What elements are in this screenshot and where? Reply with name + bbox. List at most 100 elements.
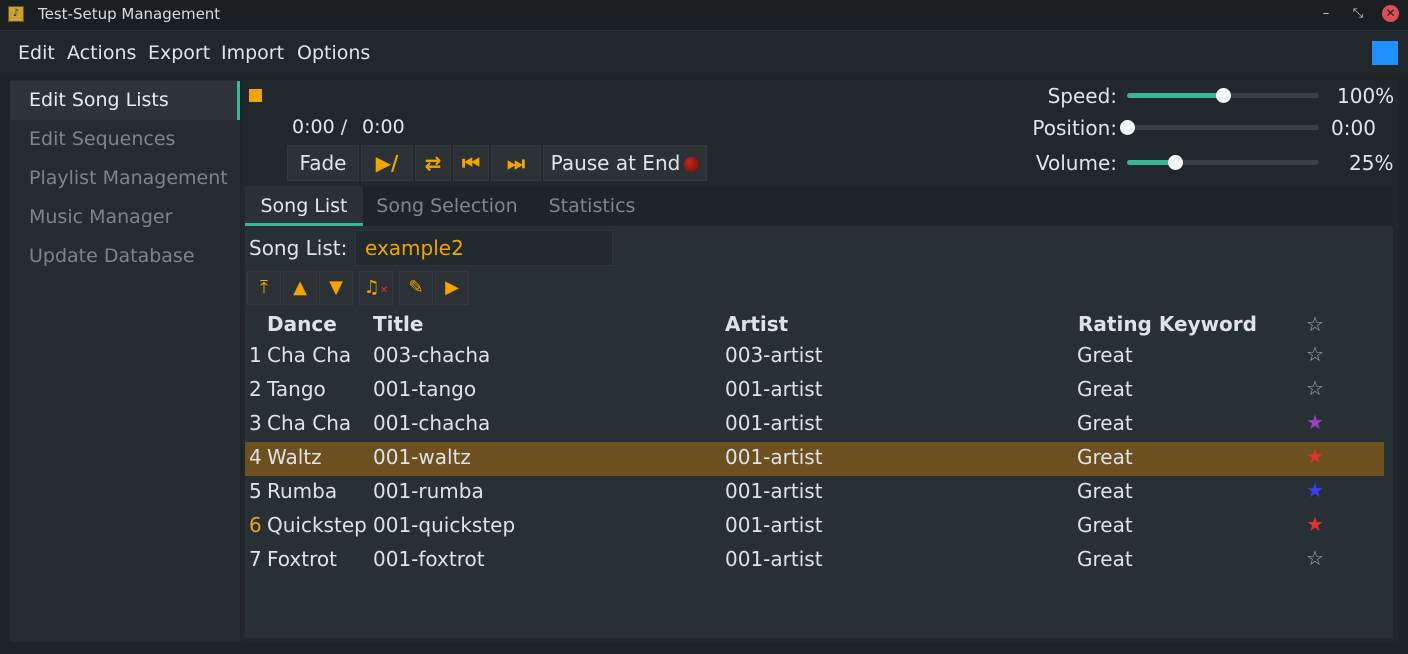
- dance-cell: Tango: [267, 377, 326, 401]
- speed-slider-fill: [1127, 93, 1223, 98]
- column-header-rating[interactable]: Rating Keyword: [1078, 312, 1257, 336]
- next-button[interactable]: ⏭: [491, 145, 541, 181]
- maximize-icon[interactable]: ⤡: [1348, 4, 1368, 24]
- artist-cell: 001-artist: [725, 411, 823, 435]
- minimize-icon[interactable]: –: [1316, 4, 1336, 24]
- move-top-icon: ⤒: [260, 277, 268, 298]
- dance-cell: Waltz: [267, 445, 322, 469]
- star-icon[interactable]: ★: [1306, 478, 1324, 502]
- star-icon[interactable]: ☆: [1306, 342, 1324, 366]
- table-row[interactable]: 3 Cha Cha 001-chacha 001-artist Great ★: [245, 408, 1384, 442]
- move-top-button[interactable]: ⤒: [247, 271, 281, 305]
- menu-actions[interactable]: Actions: [67, 42, 136, 64]
- rating-cell: Great: [1077, 513, 1133, 537]
- artist-cell: 001-artist: [725, 377, 823, 401]
- sidebar-item-music-manager[interactable]: Music Manager: [10, 198, 240, 237]
- table-row[interactable]: 5 Rumba 001-rumba 001-artist Great ★: [245, 476, 1384, 510]
- artist-cell: 001-artist: [725, 547, 823, 571]
- volume-slider-knob[interactable]: [1168, 155, 1183, 170]
- column-header-dance[interactable]: Dance: [267, 312, 337, 336]
- speed-slider-knob[interactable]: [1216, 88, 1231, 103]
- window-title: Test-Setup Management: [38, 5, 221, 23]
- star-icon[interactable]: ☆: [1306, 546, 1324, 570]
- app-icon: ♪: [8, 6, 24, 22]
- tab-song-selection[interactable]: Song Selection: [367, 186, 527, 226]
- rating-cell: Great: [1077, 343, 1133, 367]
- previous-button[interactable]: ⏮: [453, 145, 489, 181]
- tab-song-list[interactable]: Song List: [245, 186, 363, 226]
- position-slider[interactable]: [1120, 120, 1319, 135]
- title-cell: 001-foxtrot: [373, 547, 485, 571]
- total-time: 0:00: [362, 116, 405, 138]
- sidebar: Edit Song Lists Edit Sequences Playlist …: [10, 80, 240, 642]
- dance-cell: Cha Cha: [267, 411, 352, 435]
- star-icon[interactable]: ★: [1306, 444, 1324, 468]
- rating-cell: Great: [1077, 445, 1133, 469]
- title-cell: 001-tango: [373, 377, 477, 401]
- menu-export[interactable]: Export: [148, 42, 210, 64]
- remove-song-icon: ♫✕: [363, 277, 389, 298]
- move-up-icon: ▲: [293, 277, 307, 298]
- position-value: 0:00: [1331, 116, 1376, 140]
- song-list-name-field[interactable]: example2: [355, 230, 613, 266]
- repeat-button[interactable]: ⇄: [415, 145, 451, 181]
- table-row[interactable]: 7 Foxtrot 001-foxtrot 001-artist Great ☆: [245, 544, 1384, 578]
- sidebar-item-edit-song-lists[interactable]: Edit Song Lists: [10, 81, 240, 120]
- table-row[interactable]: 1 Cha Cha 003-chacha 003-artist Great ☆: [245, 340, 1384, 374]
- close-icon[interactable]: ✕: [1382, 5, 1399, 22]
- menu-import[interactable]: Import: [221, 42, 284, 64]
- menu-edit[interactable]: Edit: [18, 42, 55, 64]
- fade-label: Fade: [299, 151, 347, 175]
- edit-button[interactable]: ✎: [399, 271, 433, 305]
- fade-button[interactable]: Fade: [287, 145, 359, 181]
- next-icon: ⏭: [507, 151, 525, 175]
- menu-options[interactable]: Options: [297, 42, 370, 64]
- table-row[interactable]: 6 Quickstep 001-quickstep 001-artist Great ★: [245, 510, 1384, 544]
- pause-at-end-button[interactable]: Pause at End: [543, 145, 707, 181]
- play-icon: ▶: [445, 277, 459, 298]
- volume-label: Volume:: [1035, 151, 1117, 175]
- elapsed-time: 0:00 /: [292, 116, 348, 138]
- row-number: 5: [249, 479, 262, 503]
- column-header-artist[interactable]: Artist: [725, 312, 788, 336]
- volume-slider[interactable]: [1127, 155, 1319, 170]
- previous-icon: ⏮: [462, 151, 480, 175]
- speed-value: 100%: [1337, 84, 1395, 108]
- dance-cell: Foxtrot: [267, 547, 337, 571]
- sidebar-item-playlist-management[interactable]: Playlist Management: [10, 159, 240, 198]
- sidebar-item-edit-sequences[interactable]: Edit Sequences: [10, 120, 240, 159]
- move-down-icon: ▼: [329, 277, 343, 298]
- artist-cell: 001-artist: [725, 479, 823, 503]
- row-number: 2: [249, 377, 262, 401]
- table-row[interactable]: 4 Waltz 001-waltz 001-artist Great ★: [245, 442, 1384, 476]
- column-header-star-icon[interactable]: ☆: [1306, 312, 1324, 336]
- star-icon[interactable]: ☆: [1306, 376, 1324, 400]
- corner-indicator[interactable]: [1372, 41, 1398, 65]
- row-number: 4: [249, 445, 262, 469]
- volume-value: 25%: [1349, 151, 1394, 175]
- menu-bar: Edit Actions Export Import Options: [0, 31, 1408, 73]
- play-pause-button[interactable]: ▶/❚❚: [361, 145, 413, 209]
- sidebar-item-update-database[interactable]: Update Database: [10, 237, 240, 276]
- position-slider-knob[interactable]: [1120, 120, 1135, 135]
- stop-button[interactable]: [249, 89, 262, 102]
- dance-cell: Cha Cha: [267, 343, 352, 367]
- repeat-icon: ⇄: [424, 151, 442, 175]
- column-header-title[interactable]: Title: [373, 312, 423, 336]
- title-cell: 003-chacha: [373, 343, 491, 367]
- speed-slider[interactable]: [1127, 88, 1319, 103]
- title-cell: 001-chacha: [373, 411, 491, 435]
- play-song-button[interactable]: ▶: [435, 271, 469, 305]
- artist-cell: 001-artist: [725, 513, 823, 537]
- tab-statistics[interactable]: Statistics: [537, 186, 647, 226]
- rating-cell: Great: [1077, 547, 1133, 571]
- move-down-button[interactable]: ▼: [319, 271, 353, 305]
- move-up-button[interactable]: ▲: [283, 271, 317, 305]
- star-icon[interactable]: ★: [1306, 410, 1324, 434]
- star-icon[interactable]: ★: [1306, 512, 1324, 536]
- title-cell: 001-waltz: [373, 445, 471, 469]
- table-row[interactable]: 2 Tango 001-tango 001-artist Great ☆: [245, 374, 1384, 408]
- rating-cell: Great: [1077, 411, 1133, 435]
- remove-song-button[interactable]: ♫✕: [359, 271, 393, 305]
- dance-cell: Rumba: [267, 479, 338, 503]
